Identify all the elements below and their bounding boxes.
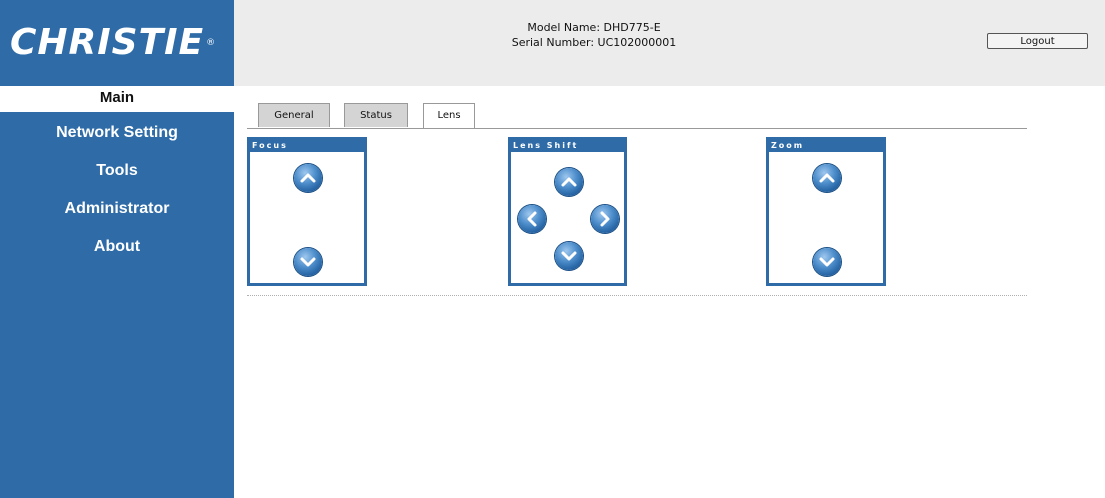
lens-shift-down-button[interactable] [555, 242, 583, 270]
device-info: Model Name: DHD775-E Serial Number: UC10… [234, 20, 954, 50]
arrow-down-icon [300, 257, 316, 267]
zoom-down-button[interactable] [813, 248, 841, 276]
arrow-up-icon [819, 173, 835, 183]
focus-panel-title: Focus [250, 140, 364, 152]
sidebar-item-administrator[interactable]: Administrator [0, 197, 234, 221]
zoom-panel-title: Zoom [769, 140, 883, 152]
tab-lens[interactable]: Lens [423, 103, 475, 129]
registered-mark: ® [206, 38, 216, 48]
sidebar-item-about[interactable]: About [0, 235, 234, 259]
logo-text: CHRISTIE [10, 22, 205, 63]
lens-shift-panel-title: Lens Shift [511, 140, 624, 152]
arrow-up-icon [561, 177, 577, 187]
arrow-up-icon [300, 173, 316, 183]
zoom-panel: Zoom [766, 137, 886, 286]
arrow-right-icon [600, 211, 610, 227]
sidebar-item-main[interactable]: Main [0, 86, 234, 112]
header-bar: Model Name: DHD775-E Serial Number: UC10… [234, 0, 1105, 86]
sidebar-item-tools[interactable]: Tools [0, 159, 234, 183]
focus-up-button[interactable] [294, 164, 322, 192]
model-name-text: Model Name: DHD775-E [527, 21, 661, 34]
logout-button[interactable]: Logout [987, 33, 1088, 49]
sidebar-item-network-setting[interactable]: Network Setting [0, 121, 234, 145]
logo: CHRISTIE ® [0, 0, 234, 86]
lens-shift-right-button[interactable] [591, 205, 619, 233]
arrow-down-icon [819, 257, 835, 267]
focus-down-button[interactable] [294, 248, 322, 276]
arrow-down-icon [561, 251, 577, 261]
zoom-up-button[interactable] [813, 164, 841, 192]
lens-shift-up-button[interactable] [555, 168, 583, 196]
tab-general[interactable]: General [258, 103, 330, 127]
serial-number-text: Serial Number: UC102000001 [511, 36, 677, 49]
tab-divider [247, 128, 1027, 129]
tab-status[interactable]: Status [344, 103, 408, 127]
lens-shift-left-button[interactable] [518, 205, 546, 233]
content-divider [247, 295, 1027, 296]
focus-panel: Focus [247, 137, 367, 286]
lens-shift-panel: Lens Shift [508, 137, 627, 286]
arrow-left-icon [527, 211, 537, 227]
